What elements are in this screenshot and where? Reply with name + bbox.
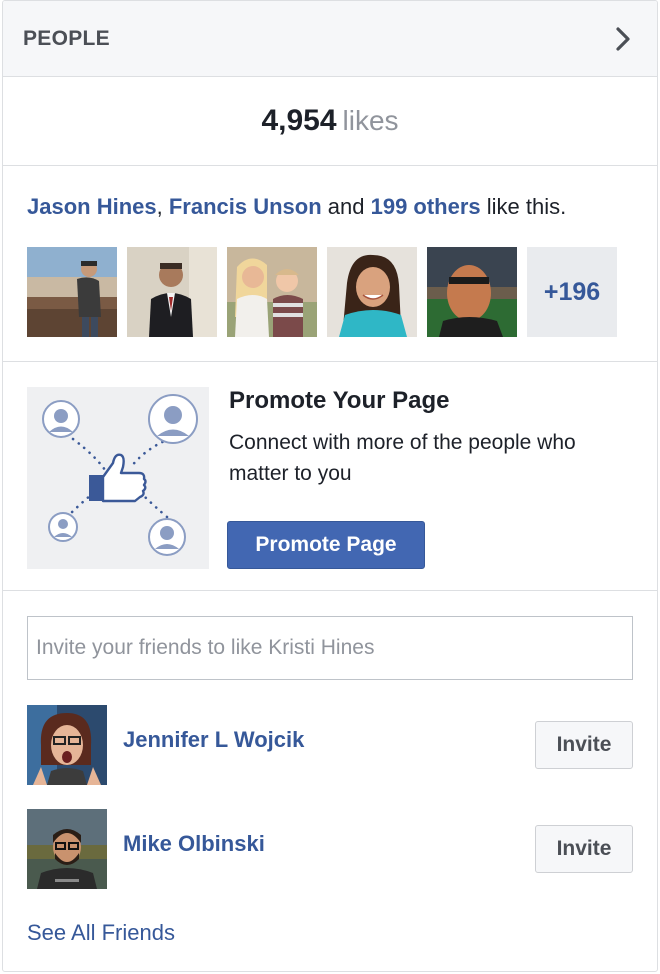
likes-label: likes bbox=[342, 105, 399, 136]
friend-row: Mike Olbinski Invite bbox=[27, 809, 633, 889]
promote-section: Promote Your Page Connect with more of t… bbox=[3, 363, 657, 591]
profile-photo-woman-smiling[interactable] bbox=[327, 247, 417, 337]
promo-title: Promote Your Page bbox=[229, 387, 450, 414]
invite-friends-input[interactable] bbox=[27, 616, 633, 680]
profile-photo-man-stadium[interactable] bbox=[427, 247, 517, 337]
see-all-friends-link[interactable]: See All Friends bbox=[27, 920, 175, 946]
likes-summary: 4,954 likes bbox=[3, 78, 657, 166]
sentence-suffix: like this. bbox=[480, 194, 567, 219]
promote-page-button[interactable]: Promote Page bbox=[227, 521, 425, 569]
sentence-and: and bbox=[321, 194, 371, 219]
social-context: Jason Hines, Francis Unson and 199 other… bbox=[3, 167, 657, 362]
profile-photo-man-suit[interactable] bbox=[127, 247, 217, 337]
sentence-separator: , bbox=[156, 194, 169, 219]
friend-name[interactable]: Mike Olbinski bbox=[123, 831, 265, 857]
friend-name[interactable]: Jennifer L Wojcik bbox=[123, 727, 304, 753]
likes-count: 4,954 bbox=[261, 104, 337, 137]
invite-button[interactable]: Invite bbox=[535, 825, 633, 873]
more-likers-button[interactable]: +196 bbox=[527, 247, 617, 337]
profile-photo-man-canyon[interactable] bbox=[27, 247, 117, 337]
invite-button[interactable]: Invite bbox=[535, 721, 633, 769]
people-panel: PEOPLE 4,954 likes Jason Hines, Francis U… bbox=[2, 0, 658, 972]
invite-friends-section: Jennifer L Wojcik Invite Mike Olbin bbox=[3, 592, 657, 971]
friend-link-2[interactable]: Francis Unson bbox=[169, 194, 322, 219]
others-link[interactable]: 199 others bbox=[371, 194, 481, 219]
avatar[interactable] bbox=[27, 809, 107, 889]
promo-description: Connect with more of the people who matt… bbox=[229, 431, 576, 485]
promote-network-like-icon bbox=[27, 387, 209, 569]
profile-photo-woman-baby[interactable] bbox=[227, 247, 317, 337]
likes-line: 4,954 likes bbox=[3, 104, 657, 138]
chevron-right-icon[interactable] bbox=[609, 25, 637, 53]
friend-link-1[interactable]: Jason Hines bbox=[27, 194, 157, 219]
header-title: PEOPLE bbox=[23, 27, 110, 50]
avatar[interactable] bbox=[27, 705, 107, 785]
likes-sentence: Jason Hines, Francis Unson and 199 other… bbox=[27, 194, 566, 220]
people-header[interactable]: PEOPLE bbox=[3, 1, 657, 77]
friend-row: Jennifer L Wojcik Invite bbox=[27, 705, 633, 785]
